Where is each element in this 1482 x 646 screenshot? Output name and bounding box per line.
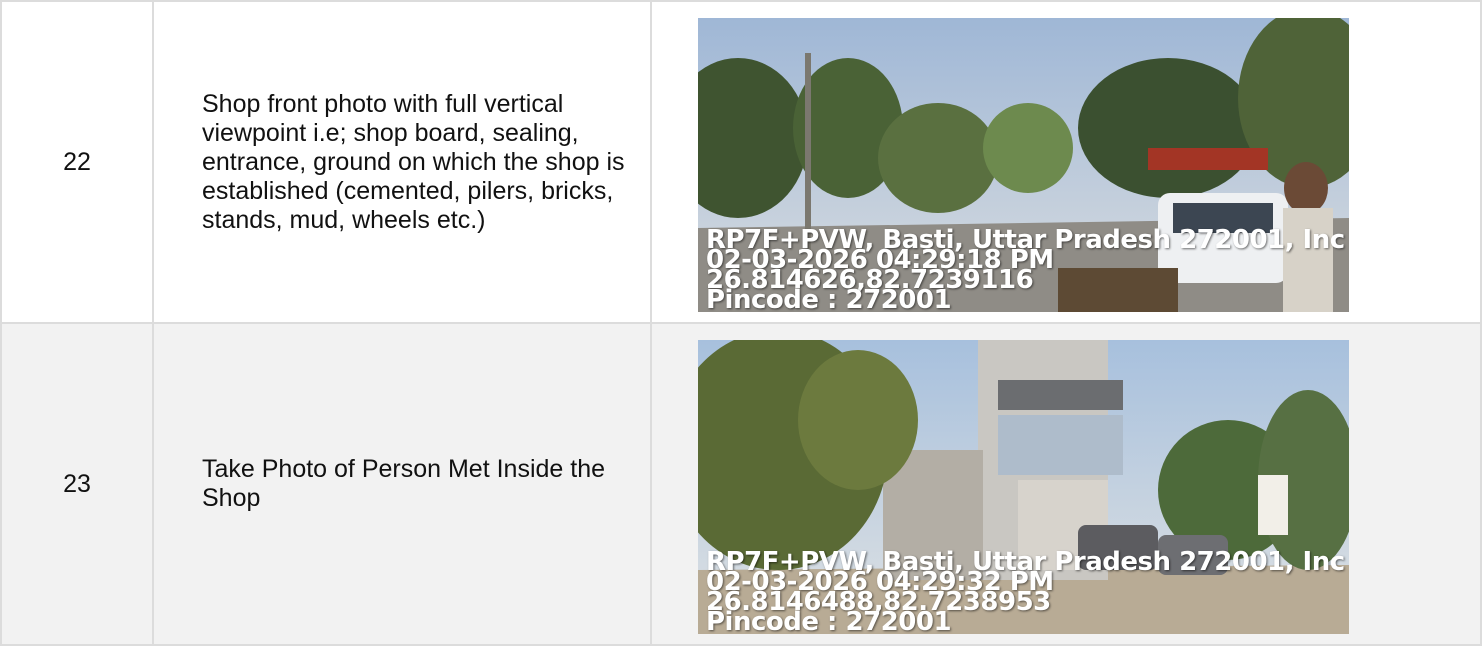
photo-geotag-overlay: RP7F+PVW, Basti, Uttar Pradesh 272001, I… [706,549,1345,634]
table-row: 22 Shop front photo with full vertical v… [0,0,1482,324]
photo-cell: RP7F+PVW, Basti, Uttar Pradesh 272001, I… [650,0,1482,324]
row-description: Take Photo of Person Met Inside the Shop [152,322,652,646]
photo-geotag-overlay: RP7F+PVW, Basti, Uttar Pradesh 272001, I… [706,227,1345,312]
row-description: Shop front photo with full vertical view… [152,0,652,324]
person-met-photo[interactable]: RP7F+PVW, Basti, Uttar Pradesh 272001, I… [698,340,1349,634]
row-number: 23 [0,322,154,646]
row-number: 22 [0,0,154,324]
table-row: 23 Take Photo of Person Met Inside the S… [0,322,1482,646]
shop-front-photo[interactable]: RP7F+PVW, Basti, Uttar Pradesh 272001, I… [698,18,1349,312]
photo-cell: RP7F+PVW, Basti, Uttar Pradesh 272001, I… [650,322,1482,646]
survey-table: 22 Shop front photo with full vertical v… [0,0,1482,646]
